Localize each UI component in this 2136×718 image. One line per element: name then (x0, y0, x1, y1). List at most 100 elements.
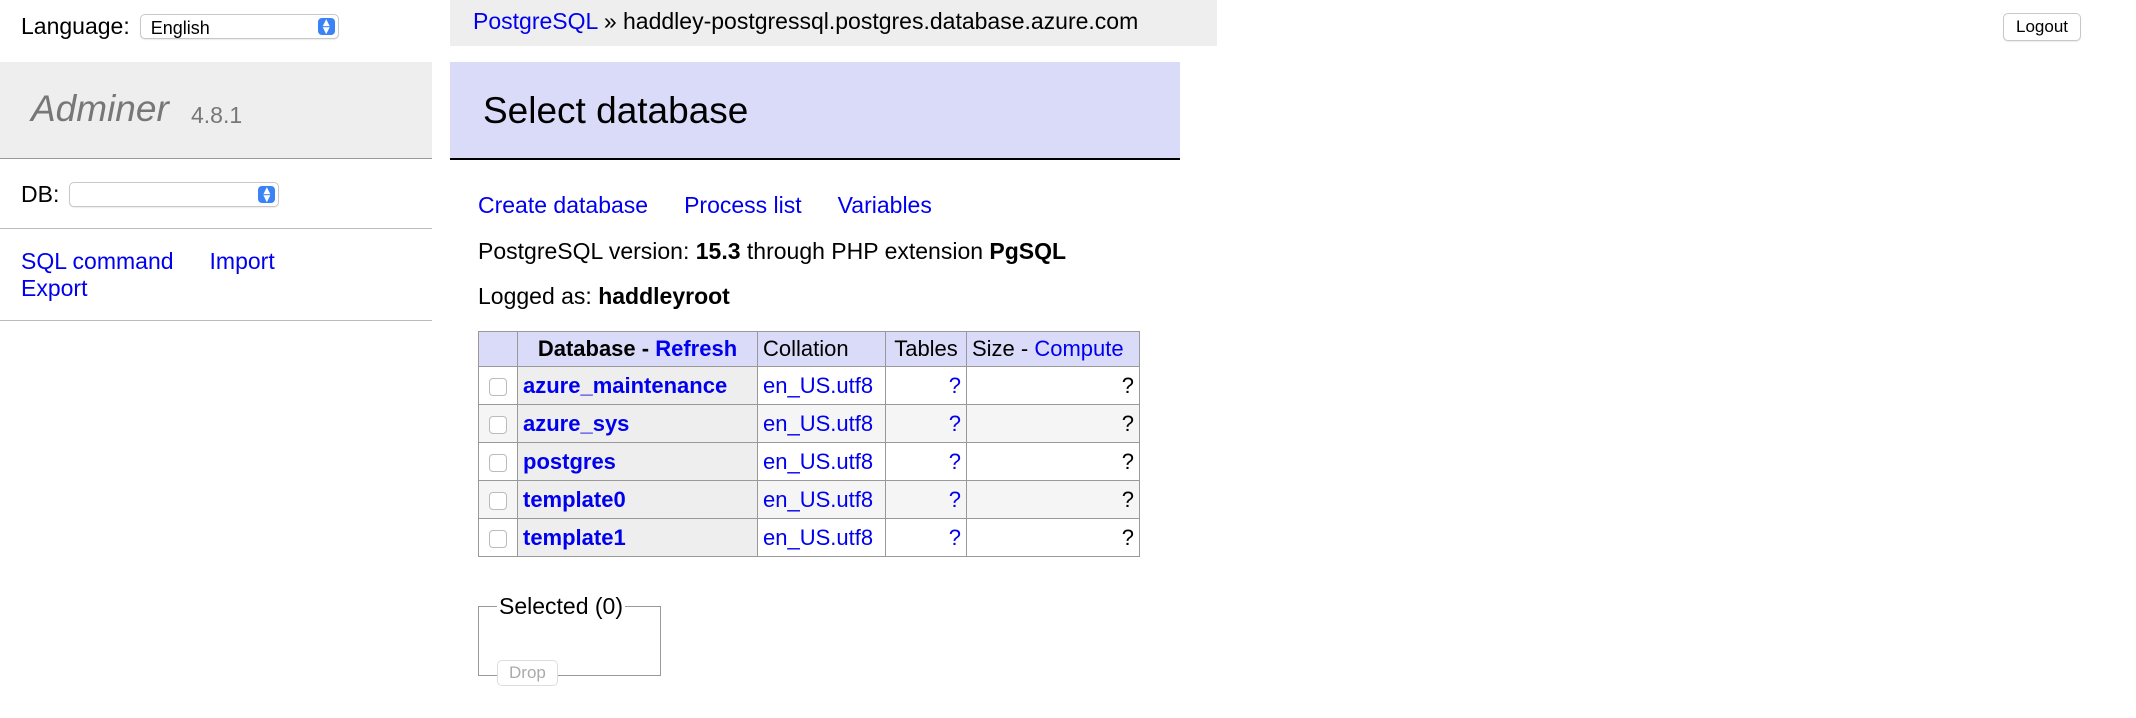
database-header-label: Database (537, 336, 636, 361)
database-link[interactable]: azure_maintenance (523, 373, 727, 398)
tables-link[interactable]: ? (949, 525, 961, 550)
row-checkbox-cell (478, 480, 518, 519)
app-version: 4.8.1 (191, 102, 243, 128)
action-links: Create database Process list Variables (478, 192, 968, 219)
export-link[interactable]: Export (21, 275, 87, 301)
collation-cell: en_US.utf8 (757, 442, 886, 481)
variables-link[interactable]: Variables (838, 192, 932, 218)
database-name-cell: azure_maintenance (517, 366, 758, 405)
collation-cell: en_US.utf8 (757, 480, 886, 519)
version-info: PostgreSQL version: 15.3 through PHP ext… (478, 238, 1066, 265)
tables-column-header: Tables (885, 331, 967, 367)
divider (0, 320, 432, 321)
header-dash: - (635, 336, 656, 361)
table-row: template0 en_US.utf8 ? ? (478, 480, 1140, 519)
collation-link[interactable]: en_US.utf8 (763, 373, 873, 398)
tables-link[interactable]: ? (949, 449, 961, 474)
header-dash: - (1014, 336, 1035, 361)
breadcrumb-driver-link[interactable]: PostgreSQL (473, 8, 597, 34)
collation-cell: en_US.utf8 (757, 518, 886, 557)
row-checkbox-cell (478, 518, 518, 557)
collation-link[interactable]: en_US.utf8 (763, 411, 873, 436)
import-link[interactable]: Import (210, 248, 275, 274)
row-checkbox-cell (478, 442, 518, 481)
row-checkbox-cell (478, 404, 518, 443)
database-link[interactable]: template0 (523, 487, 626, 512)
logged-as-info: Logged as: haddleyroot (478, 283, 730, 310)
logout-button[interactable]: Logout (2003, 13, 2081, 41)
breadcrumb-separator: » (603, 8, 617, 34)
db-selector: DB: ▲ ▼ (21, 181, 280, 208)
version-middle: through PHP extension (746, 238, 984, 264)
database-name-cell: postgres (517, 442, 758, 481)
logged-user: haddleyroot (598, 283, 730, 309)
size-cell: ? (966, 480, 1140, 519)
language-value: English (150, 18, 210, 38)
create-database-link[interactable]: Create database (478, 192, 648, 218)
tables-cell: ? (885, 404, 967, 443)
database-name-cell: azure_sys (517, 404, 758, 443)
collation-cell: en_US.utf8 (757, 366, 886, 405)
app-header: Adminer 4.8.1 (0, 62, 432, 159)
process-list-link[interactable]: Process list (684, 192, 802, 218)
size-cell: ? (966, 518, 1140, 557)
database-column-header: Database - Refresh (517, 331, 758, 367)
tables-cell: ? (885, 518, 967, 557)
size-cell: ? (966, 404, 1140, 443)
database-name-cell: template0 (517, 480, 758, 519)
language-select[interactable]: English ▲ ▼ (139, 14, 339, 39)
collation-cell: en_US.utf8 (757, 404, 886, 443)
row-checkbox[interactable] (489, 491, 507, 510)
logged-prefix: Logged as: (478, 283, 592, 309)
table-header-row: Database - Refresh Collation Tables Size… (478, 331, 1140, 367)
table-row: azure_maintenance en_US.utf8 ? ? (478, 366, 1140, 405)
database-link[interactable]: postgres (523, 449, 616, 474)
tables-cell: ? (885, 366, 967, 405)
refresh-link[interactable]: Refresh (655, 336, 737, 361)
language-selector: Language: English ▲ ▼ (21, 13, 339, 40)
select-all-cell (478, 331, 518, 367)
collation-link[interactable]: en_US.utf8 (763, 525, 873, 550)
menu-links: SQL command Import Export (21, 248, 311, 302)
tables-link[interactable]: ? (949, 373, 961, 398)
database-name-cell: template1 (517, 518, 758, 557)
app-name-link[interactable]: Adminer (31, 88, 169, 130)
tables-link[interactable]: ? (949, 411, 961, 436)
selected-legend: Selected (0) (499, 593, 624, 619)
db-select[interactable]: ▲ ▼ (69, 182, 280, 207)
page-title: Select database (483, 90, 749, 131)
size-cell: ? (966, 442, 1140, 481)
table-row: postgres en_US.utf8 ? ? (478, 442, 1140, 481)
row-checkbox[interactable] (489, 415, 507, 434)
title-bar: Select database (450, 62, 1180, 160)
tables-cell: ? (885, 442, 967, 481)
database-link[interactable]: azure_sys (523, 411, 629, 436)
compute-link[interactable]: Compute (1034, 336, 1123, 361)
version-number: 15.3 (695, 238, 741, 264)
size-column-header: Size - Compute (966, 331, 1140, 367)
collation-column-header: Collation (757, 331, 886, 367)
divider (0, 228, 432, 229)
database-link[interactable]: template1 (523, 525, 626, 550)
row-checkbox[interactable] (489, 529, 507, 548)
table-row: azure_sys en_US.utf8 ? ? (478, 404, 1140, 443)
tables-cell: ? (885, 480, 967, 519)
tables-link[interactable]: ? (949, 487, 961, 512)
drop-button[interactable]: Drop (497, 660, 558, 686)
breadcrumb-server: haddley-postgressql.postgres.database.az… (623, 8, 1139, 34)
size-cell: ? (966, 366, 1140, 405)
breadcrumb: PostgreSQL » haddley-postgressql.postgre… (450, 0, 1217, 46)
row-checkbox[interactable] (489, 377, 507, 396)
collation-link[interactable]: en_US.utf8 (763, 449, 873, 474)
selected-fieldset: Selected (0) Drop (478, 593, 661, 686)
collation-link[interactable]: en_US.utf8 (763, 487, 873, 512)
database-table: Database - Refresh Collation Tables Size… (478, 331, 1140, 557)
version-prefix: PostgreSQL version: (478, 238, 690, 264)
size-header-label: Size (972, 336, 1015, 361)
row-checkbox[interactable] (489, 453, 507, 472)
sql-command-link[interactable]: SQL command (21, 248, 174, 274)
php-extension: PgSQL (989, 238, 1067, 264)
table-row: template1 en_US.utf8 ? ? (478, 518, 1140, 557)
row-checkbox-cell (478, 366, 518, 405)
chevron-updown-icon: ▲ ▼ (258, 186, 276, 203)
